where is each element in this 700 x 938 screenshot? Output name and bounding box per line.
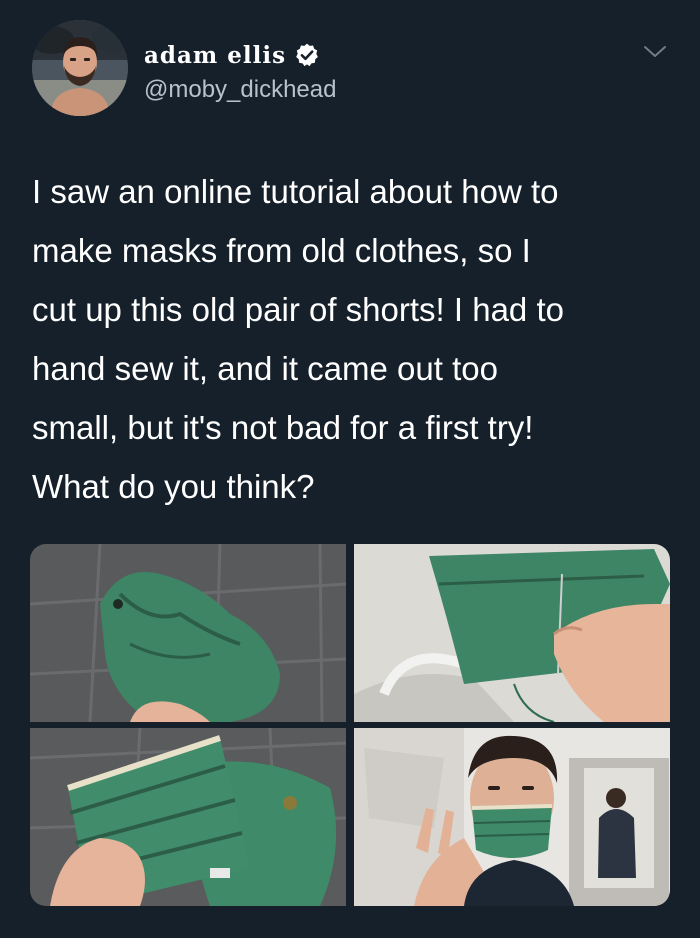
- photo-wearing-mask[interactable]: [354, 728, 670, 906]
- name-row: adam ellis: [144, 38, 320, 72]
- display-name[interactable]: adam ellis: [144, 42, 286, 69]
- user-handle[interactable]: @moby_dickhead: [144, 76, 336, 104]
- photo-finished-mask[interactable]: [30, 728, 346, 906]
- tweet-header: adam ellis @moby_dickhead: [32, 20, 672, 120]
- photo-shorts-on-floor[interactable]: [30, 544, 346, 722]
- verified-badge-icon: [294, 42, 320, 68]
- media-grid: [30, 544, 670, 906]
- tweet-text: I saw an online tutorial about how to ma…: [32, 173, 564, 505]
- avatar-image: [32, 20, 128, 116]
- tweet: adam ellis @moby_dickhead I saw an onlin…: [0, 0, 700, 938]
- avatar[interactable]: [32, 20, 128, 116]
- photo-hand-sewing[interactable]: [354, 544, 670, 722]
- chevron-down-icon[interactable]: [642, 42, 668, 62]
